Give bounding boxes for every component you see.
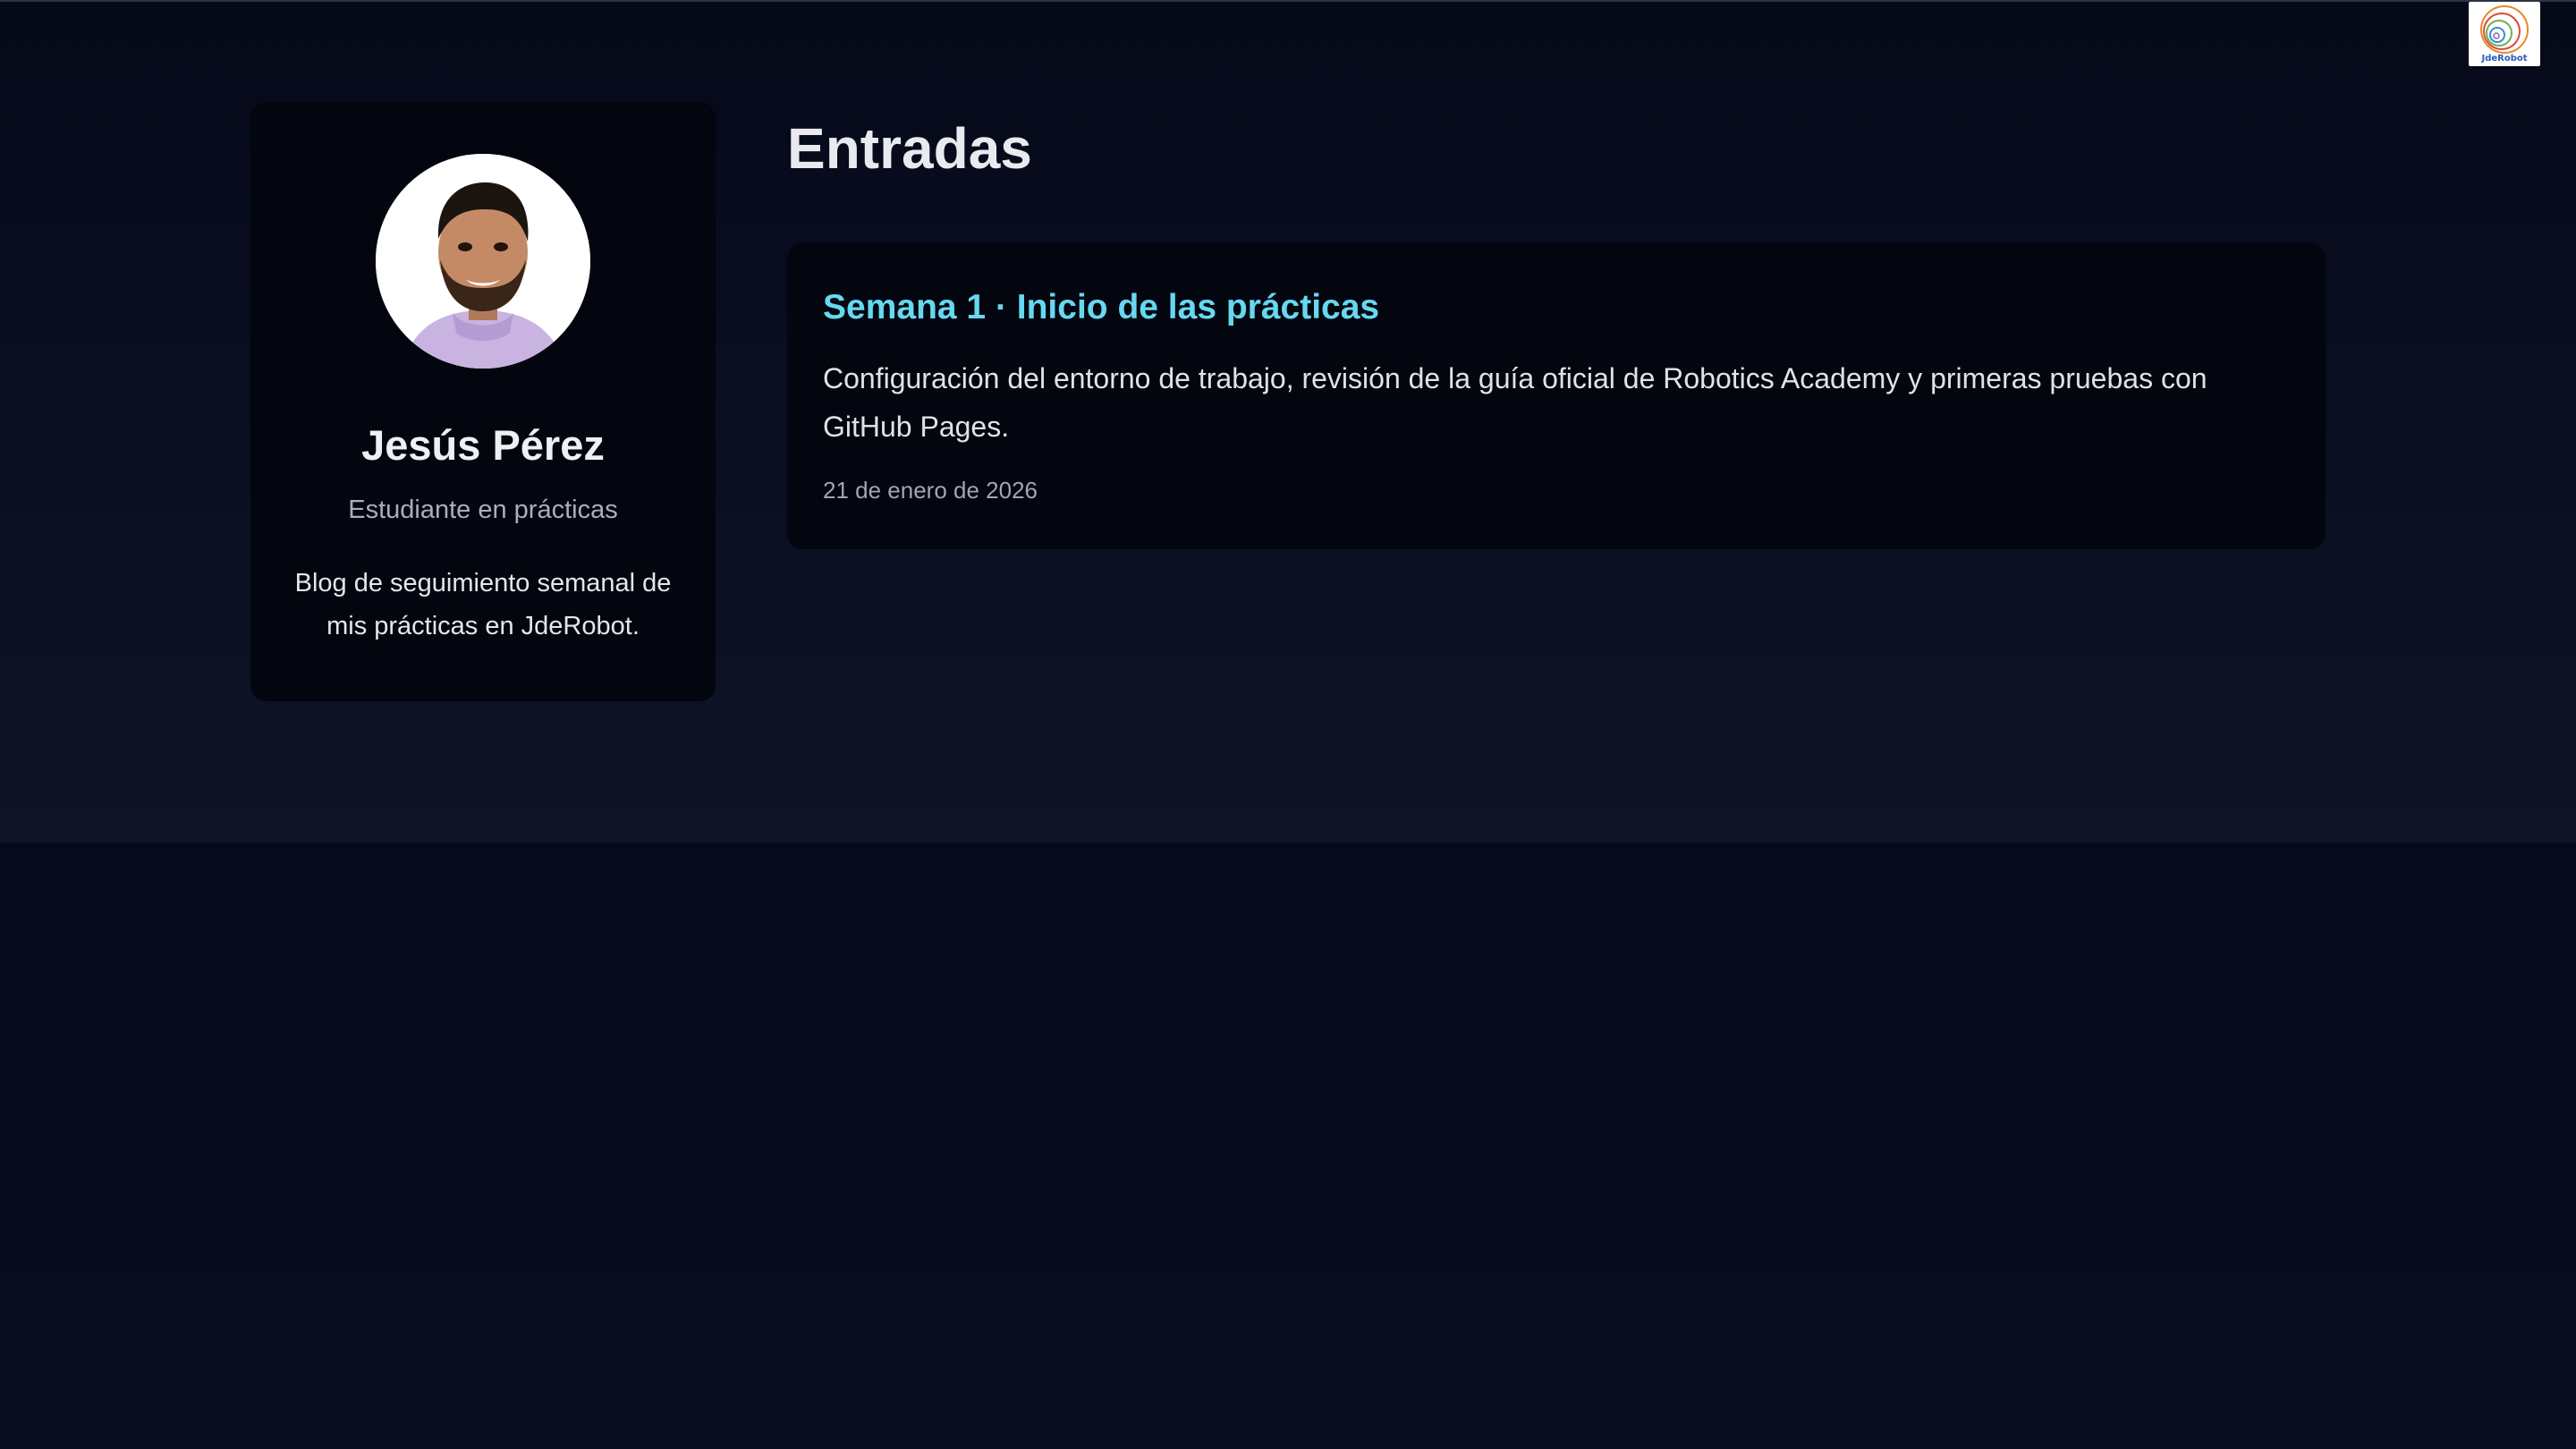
profile-name: Jesús Pérez bbox=[361, 421, 605, 469]
page-title: Entradas bbox=[787, 116, 1032, 181]
logo-label: JdeRobot bbox=[2481, 54, 2528, 64]
profile-photo-icon bbox=[376, 154, 590, 369]
avatar bbox=[376, 154, 590, 369]
page: JdeRobot Jesús Pérez Estudiante en práct… bbox=[0, 0, 2576, 1449]
post-date: 21 de enero de 2026 bbox=[823, 477, 1038, 504]
profile-description: Blog de seguimiento semanal de mis práct… bbox=[294, 569, 672, 640]
profile-role: Estudiante en prácticas bbox=[348, 496, 618, 524]
post-card[interactable]: Semana 1 · Inicio de las prácticas Confi… bbox=[787, 243, 2326, 549]
page-footer-area bbox=[0, 843, 2576, 1449]
post-excerpt: Configuración del entorno de trabajo, re… bbox=[823, 362, 2207, 443]
jderobot-logo[interactable]: JdeRobot bbox=[2469, 2, 2540, 66]
profile-card: Jesús Pérez Estudiante en prácticas Blog… bbox=[250, 102, 716, 701]
post-title-link[interactable]: Semana 1 · Inicio de las prácticas bbox=[823, 286, 1379, 329]
concentric-rings-logo-icon bbox=[2480, 5, 2529, 54]
